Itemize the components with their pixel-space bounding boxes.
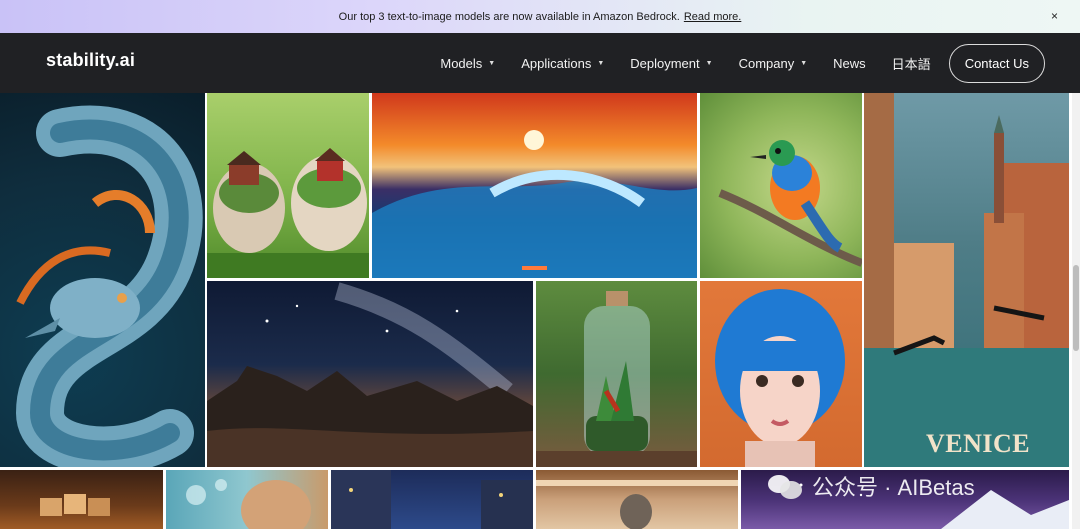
venice-image[interactable]: VENICE — [864, 93, 1069, 467]
nav-menu: Models ▼ Applications ▼ Deployment ▼ Compan… — [414, 43, 1045, 83]
nav-item-label: Applications — [521, 55, 592, 71]
banner-read-more-link[interactable]: Read more. — [684, 11, 741, 23]
announcement-banner: Our top 3 text-to-image models are now a… — [0, 0, 1080, 33]
terrarium-image[interactable] — [536, 281, 697, 467]
nav-item-applications[interactable]: Applications ▼ — [521, 56, 604, 71]
nav-item-models[interactable]: Models ▼ — [440, 56, 495, 71]
statue-image[interactable] — [536, 470, 738, 529]
wechat-icon — [768, 473, 802, 499]
scrollbar-thumb[interactable] — [1073, 265, 1079, 351]
dragon-image[interactable] — [0, 93, 205, 467]
contact-us-button[interactable]: Contact Us — [948, 43, 1045, 83]
caret-down-icon: ▼ — [705, 59, 713, 67]
nav-item-label: Models — [440, 55, 483, 71]
sugar-cubes-image[interactable] — [0, 470, 163, 529]
caret-down-icon: ▼ — [488, 59, 496, 67]
nav-item-label: 日本語 — [891, 56, 931, 72]
top-navigation: stability.ai Models ▼ Applications ▼ Deplo… — [0, 33, 1080, 93]
caret-down-icon: ▼ — [800, 59, 808, 67]
nav-item-japanese[interactable]: 日本語 — [892, 54, 931, 73]
city-night-image[interactable] — [331, 470, 533, 529]
banner-text: Our top 3 text-to-image models are now a… — [338, 10, 680, 23]
caret-down-icon: ▼ — [597, 59, 605, 67]
underwater-portrait-image[interactable] — [166, 470, 328, 529]
watermark-text: 公众号 · AIBetas — [812, 475, 975, 500]
nav-item-news[interactable]: News — [833, 56, 866, 71]
page-scrollbar[interactable] — [1072, 93, 1080, 529]
close-icon[interactable]: × — [1051, 9, 1058, 23]
sunset-ocean-image[interactable] — [372, 93, 697, 278]
nav-item-company[interactable]: Company ▼ — [739, 56, 808, 71]
colorful-bird-image[interactable] — [700, 93, 862, 278]
nav-item-deployment[interactable]: Deployment ▼ — [630, 56, 712, 71]
nav-item-label: Deployment — [630, 55, 700, 71]
milky-way-desert-image[interactable] — [207, 281, 533, 467]
nav-item-label: Company — [738, 55, 795, 71]
nav-item-label: News — [833, 55, 866, 71]
wechat-watermark: 公众号 · AIBetas — [768, 470, 975, 502]
blue-hair-portrait-image[interactable] — [700, 281, 862, 467]
eggshell-houses-image[interactable] — [207, 93, 369, 278]
venice-caption: VENICE — [926, 429, 1031, 458]
stability-logo[interactable]: stability.ai — [46, 50, 135, 71]
